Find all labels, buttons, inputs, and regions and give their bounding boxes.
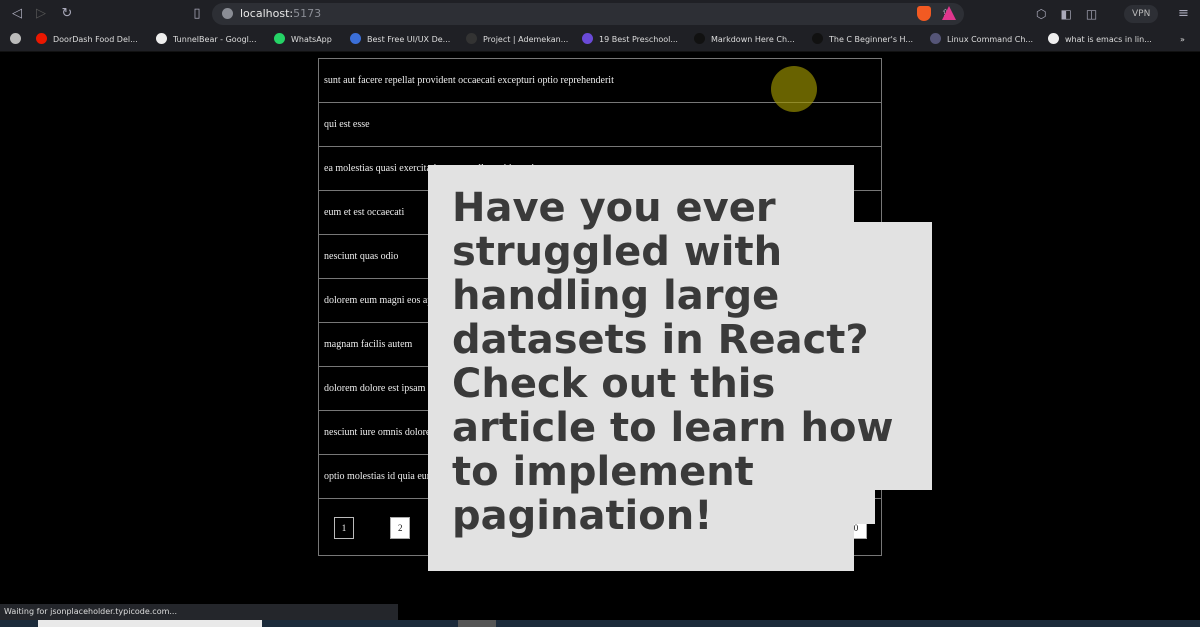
page-button-2[interactable]: 2 <box>390 517 411 539</box>
bookmark-item[interactable]: WhatsApp <box>274 33 332 47</box>
bookmark-label: TunnelBear - Googl... <box>173 35 257 44</box>
row-title: nesciunt quas odio <box>324 251 399 262</box>
google-icon <box>156 33 167 44</box>
taskbar-item[interactable] <box>458 620 496 627</box>
linux-icon <box>930 33 941 44</box>
brave-shields-icon[interactable] <box>917 6 931 21</box>
design-icon <box>350 33 361 44</box>
extension-icons[interactable]: ⬡◧◫ <box>1036 5 1111 23</box>
bookmark-label: 19 Best Preschool... <box>599 35 678 44</box>
bookmark-label: Markdown Here Ch... <box>711 35 795 44</box>
bookmark-label: WhatsApp <box>291 35 332 44</box>
more-bookmarks-icon[interactable]: » <box>1180 33 1185 47</box>
brave-rewards-icon[interactable] <box>942 6 956 20</box>
github-icon <box>694 33 705 44</box>
row-title: optio molestias id quia eum <box>324 471 435 482</box>
row-title: magnam facilis autem <box>324 339 413 350</box>
back-icon[interactable]: ◁ <box>8 5 26 23</box>
bookmark-item[interactable]: what is emacs in lin... <box>1048 33 1152 47</box>
bookmark-label: Linux Command Ch... <box>947 35 1034 44</box>
bookmark-item[interactable]: TunnelBear - Googl... <box>156 33 257 47</box>
vpn-button[interactable]: VPN <box>1124 5 1159 23</box>
reload-icon[interactable]: ↻ <box>58 5 76 23</box>
bookmark-item[interactable]: Best Free UI/UX De... <box>350 33 450 47</box>
bookmark-item[interactable]: Linux Command Ch... <box>930 33 1033 47</box>
bookmark-icon[interactable]: ▯ <box>188 5 206 23</box>
bookmark-item[interactable]: The C Beginner's H... <box>812 33 913 47</box>
overlay-headline: Have you ever struggled with handling la… <box>452 185 894 539</box>
row-title: dolorem dolore est ipsam <box>324 383 426 394</box>
preschool-icon <box>582 33 593 44</box>
bookmark-item[interactable]: Project | Ademekan... <box>466 33 568 47</box>
bookmark-label: DoorDash Food Del... <box>53 35 138 44</box>
page-button-1[interactable]: 1 <box>334 517 354 539</box>
row-title: eum et est occaecati <box>324 207 405 218</box>
bookmark-item[interactable]: DoorDash Food Del... <box>36 33 138 47</box>
row-title: qui est esse <box>324 119 370 130</box>
doordash-icon <box>36 33 47 44</box>
bookmarks-apps-icon[interactable] <box>10 33 27 47</box>
browser-toolbar: ◁ ▷ ↻ ▯ localhost:5173 ⌕ ⇪ ⬡◧◫ VPN ≡ <box>0 0 1200 28</box>
google-icon <box>1048 33 1059 44</box>
taskbar-item[interactable] <box>38 620 262 627</box>
c-icon <box>812 33 823 44</box>
bookmark-item[interactable]: Markdown Here Ch... <box>694 33 795 47</box>
project-icon <box>466 33 477 44</box>
bookmark-label: what is emacs in lin... <box>1065 35 1152 44</box>
address-bar[interactable]: localhost:5173 ⌕ ⇪ <box>212 3 964 25</box>
whatsapp-icon <box>274 33 285 44</box>
bookmark-label: The C Beginner's H... <box>829 35 914 44</box>
bookmark-label: Best Free UI/UX De... <box>367 35 451 44</box>
forward-icon[interactable]: ▷ <box>32 5 50 23</box>
bookmark-label: Project | Ademekan... <box>483 35 569 44</box>
status-bar: Waiting for jsonplaceholder.typicode.com… <box>0 604 398 620</box>
site-info-icon[interactable] <box>222 8 233 19</box>
cursor-highlight <box>771 66 817 112</box>
row-title: nesciunt iure omnis dolorem <box>324 427 439 438</box>
bookmarks-bar: DoorDash Food Del... TunnelBear - Googl..… <box>0 28 1200 52</box>
row-title: sunt aut facere repellat provident occae… <box>324 75 614 86</box>
bookmark-item[interactable]: 19 Best Preschool... <box>582 33 678 47</box>
menu-icon[interactable]: ≡ <box>1178 5 1189 23</box>
url-text[interactable]: localhost:5173 <box>240 6 321 22</box>
